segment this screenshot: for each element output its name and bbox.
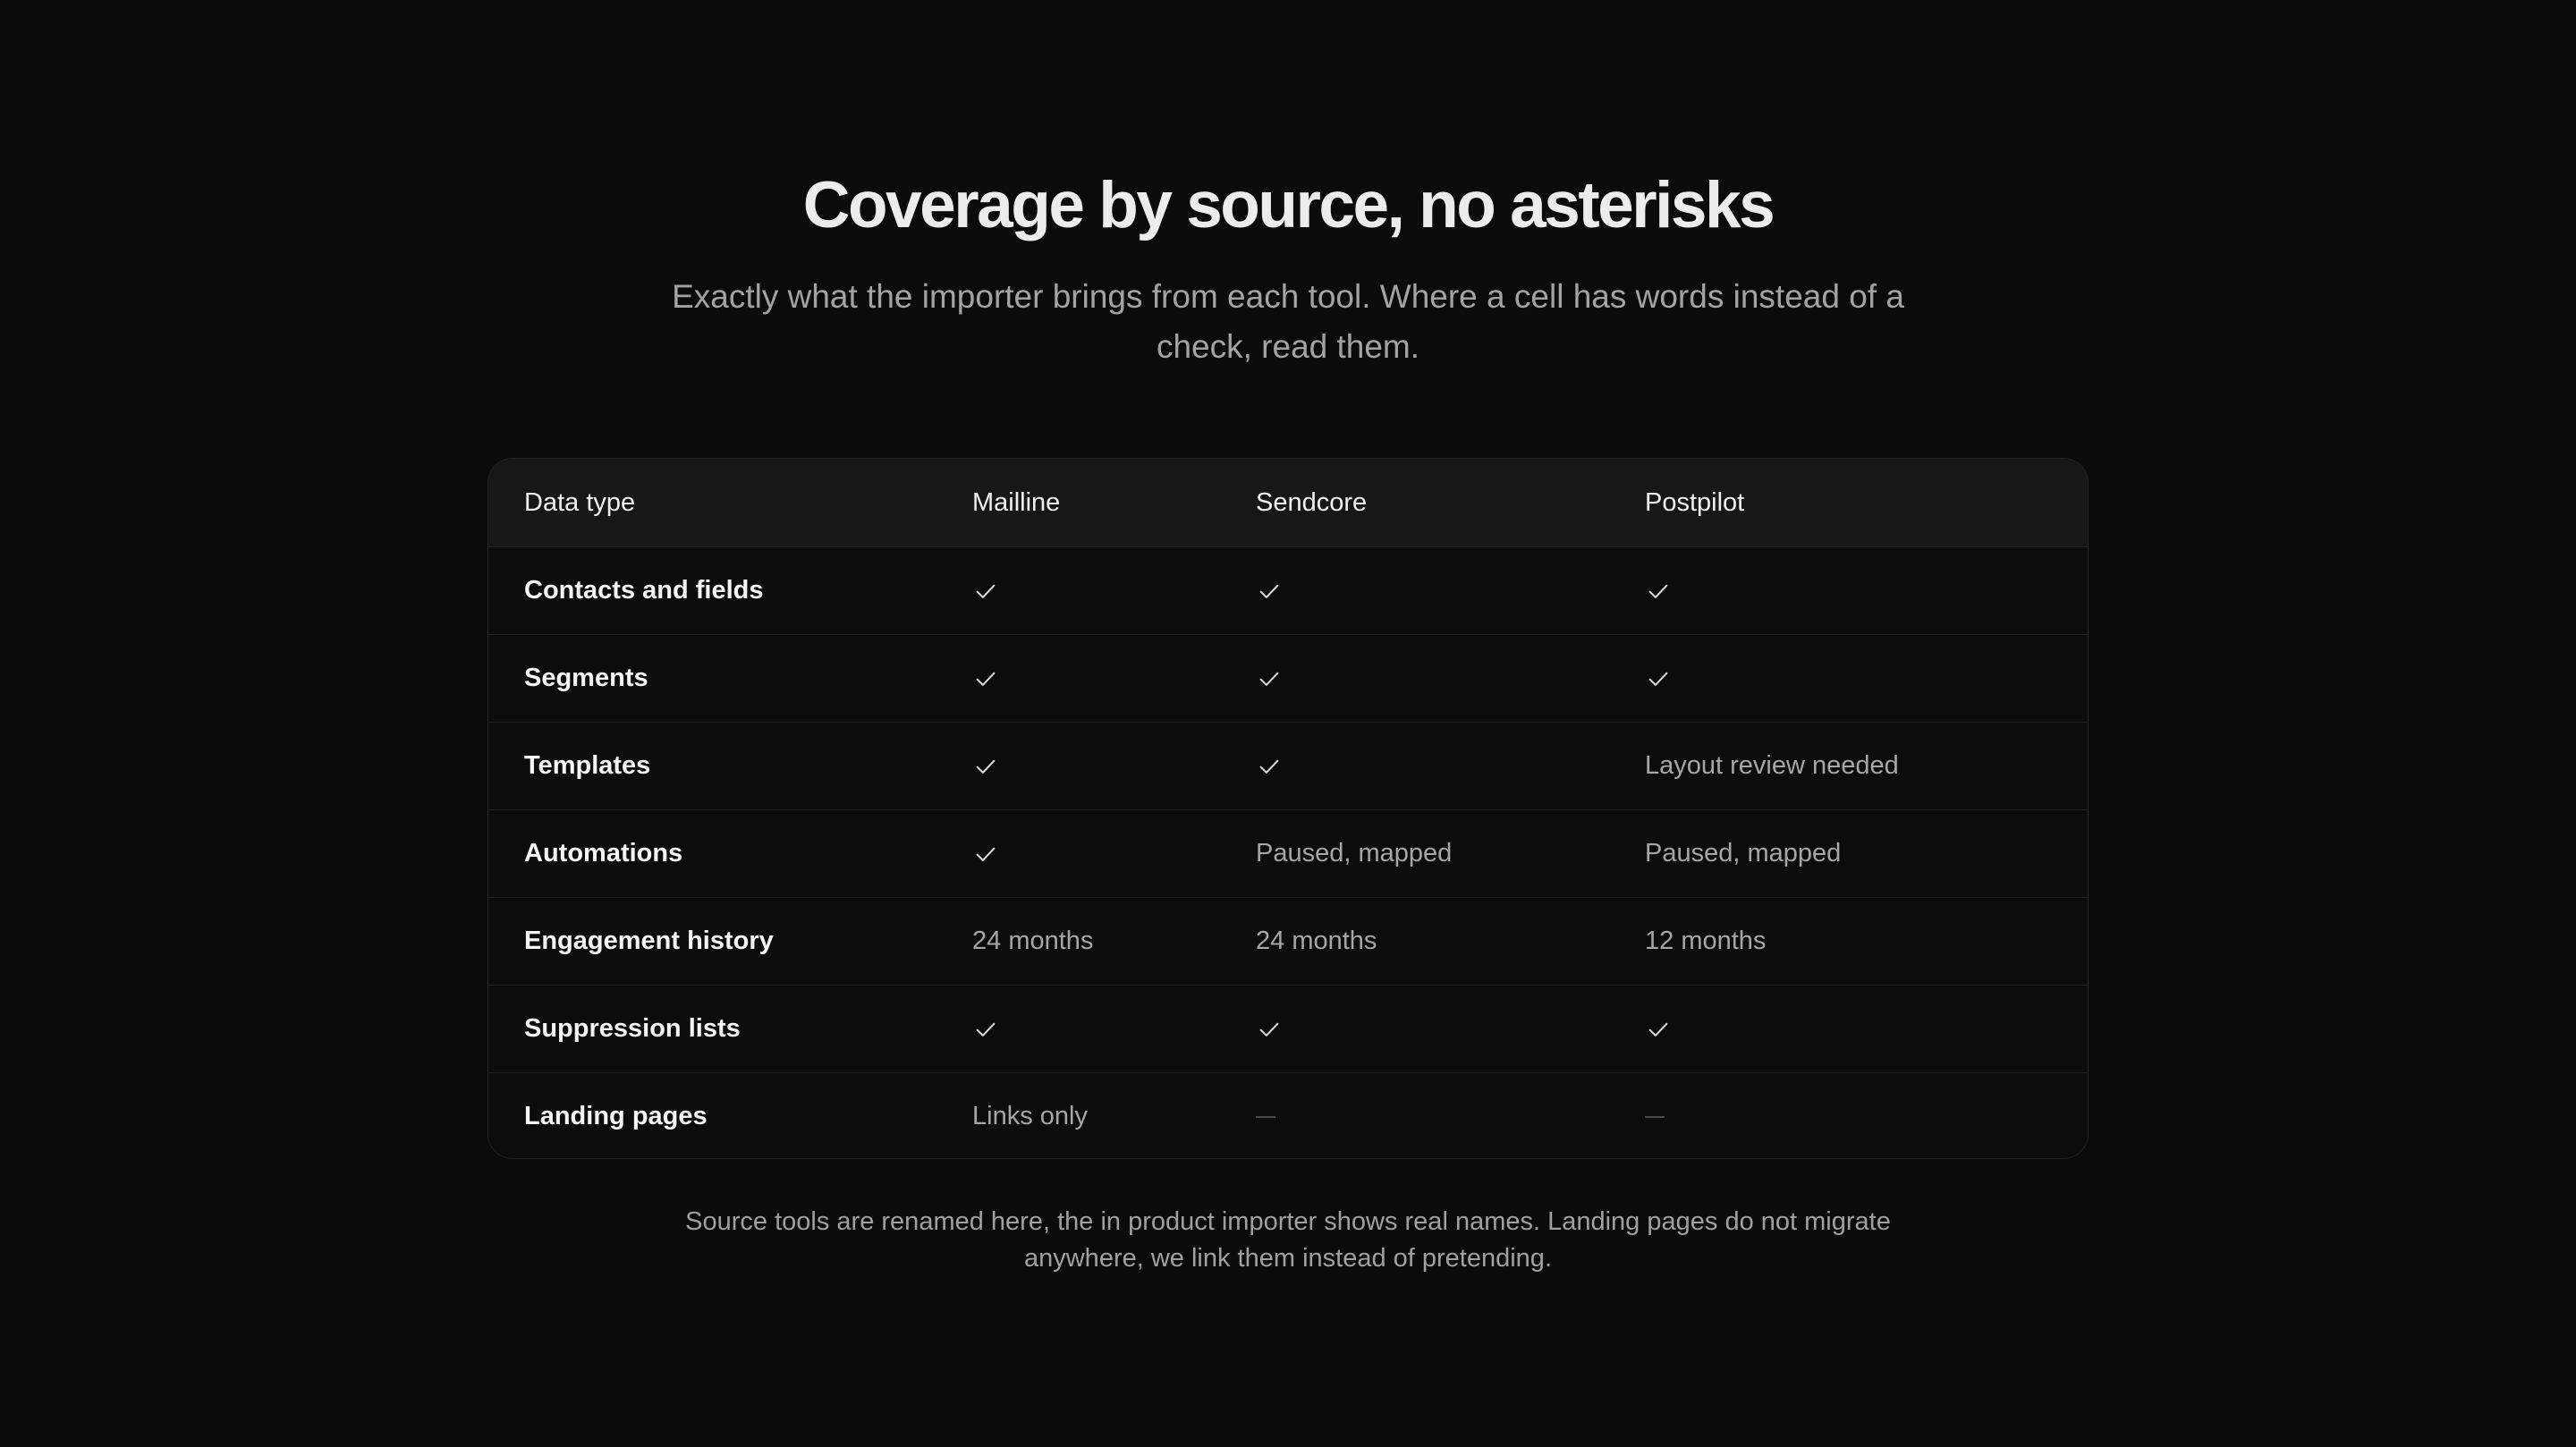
cell-postpilot [1609, 547, 2088, 635]
check-icon [972, 665, 999, 692]
check-icon [972, 578, 999, 605]
check-icon [972, 753, 999, 780]
table-row: Contacts and fields [488, 547, 2088, 635]
dash-icon [1256, 1116, 1275, 1119]
check-icon [1256, 665, 1283, 692]
page-title: Coverage by source, no asterisks [802, 169, 1775, 241]
table-row: Segments [488, 634, 2088, 723]
table-row: Suppression lists [488, 985, 2088, 1073]
cell-sendcore [1220, 722, 1609, 810]
dash-icon [1645, 1116, 1665, 1119]
row-label: Automations [488, 809, 936, 898]
cell-mailline [936, 985, 1220, 1073]
check-icon [1645, 665, 1672, 692]
check-icon [1645, 578, 1672, 605]
cell-mailline [936, 809, 1220, 898]
check-icon [1645, 1016, 1672, 1043]
cell-mailline [936, 634, 1220, 723]
cell-sendcore: 24 months [1220, 897, 1609, 986]
cell-postpilot [1609, 634, 2088, 723]
column-header-postpilot: Postpilot [1609, 459, 2088, 547]
row-label: Templates [488, 722, 936, 810]
cell-postpilot: Layout review needed [1609, 722, 2088, 810]
column-header-data-type: Data type [488, 459, 936, 547]
cell-postpilot [1609, 985, 2088, 1073]
cell-mailline: 24 months [936, 897, 1220, 986]
footnote: Source tools are renamed here, the in pr… [685, 1207, 1891, 1273]
table-header-row: Data type Mailline Sendcore Postpilot [488, 459, 2088, 547]
coverage-table: Data type Mailline Sendcore Postpilot Co… [488, 459, 2088, 1158]
cell-postpilot: 12 months [1609, 897, 2088, 986]
cell-sendcore [1220, 634, 1609, 723]
column-header-mailline: Mailline [936, 459, 1220, 547]
table-row: Engagement history 24 months 24 months 12 m… [488, 897, 2088, 986]
check-icon [1256, 578, 1283, 605]
check-icon [1256, 753, 1283, 780]
check-icon [972, 1016, 999, 1043]
check-icon [1256, 1016, 1283, 1043]
check-icon [972, 841, 999, 867]
row-label: Segments [488, 634, 936, 723]
coverage-table-card: Data type Mailline Sendcore Postpilot Co… [487, 458, 2089, 1159]
table-row: Automations Paused, mapped Paused, mapped [488, 809, 2088, 898]
page: Coverage by source, no asterisks Exactly… [0, 0, 2576, 1447]
table-row: Templates Layout review needed [488, 722, 2088, 810]
cell-sendcore [1220, 1072, 1609, 1158]
table-body: Contacts and fields Segments Templates Layo… [488, 547, 2088, 1158]
row-label: Contacts and fields [524, 576, 764, 605]
row-label: Engagement history [488, 897, 936, 986]
row-label: Landing pages [488, 1072, 936, 1158]
page-subtitle: Exactly what the importer brings from ea… [672, 278, 1904, 365]
cell-sendcore: Paused, mapped [1220, 809, 1609, 898]
row-label: Suppression lists [488, 985, 936, 1073]
cell-mailline: Links only [936, 1072, 1220, 1158]
cell-sendcore [1220, 547, 1609, 635]
cell-sendcore [1220, 985, 1609, 1073]
cell-mailline [936, 722, 1220, 810]
table-row: Landing pages Links only [488, 1072, 2088, 1158]
cell-mailline [936, 547, 1220, 635]
cell-postpilot [1609, 1072, 2088, 1158]
column-header-sendcore: Sendcore [1220, 459, 1609, 547]
cell-postpilot: Paused, mapped [1609, 809, 2088, 898]
